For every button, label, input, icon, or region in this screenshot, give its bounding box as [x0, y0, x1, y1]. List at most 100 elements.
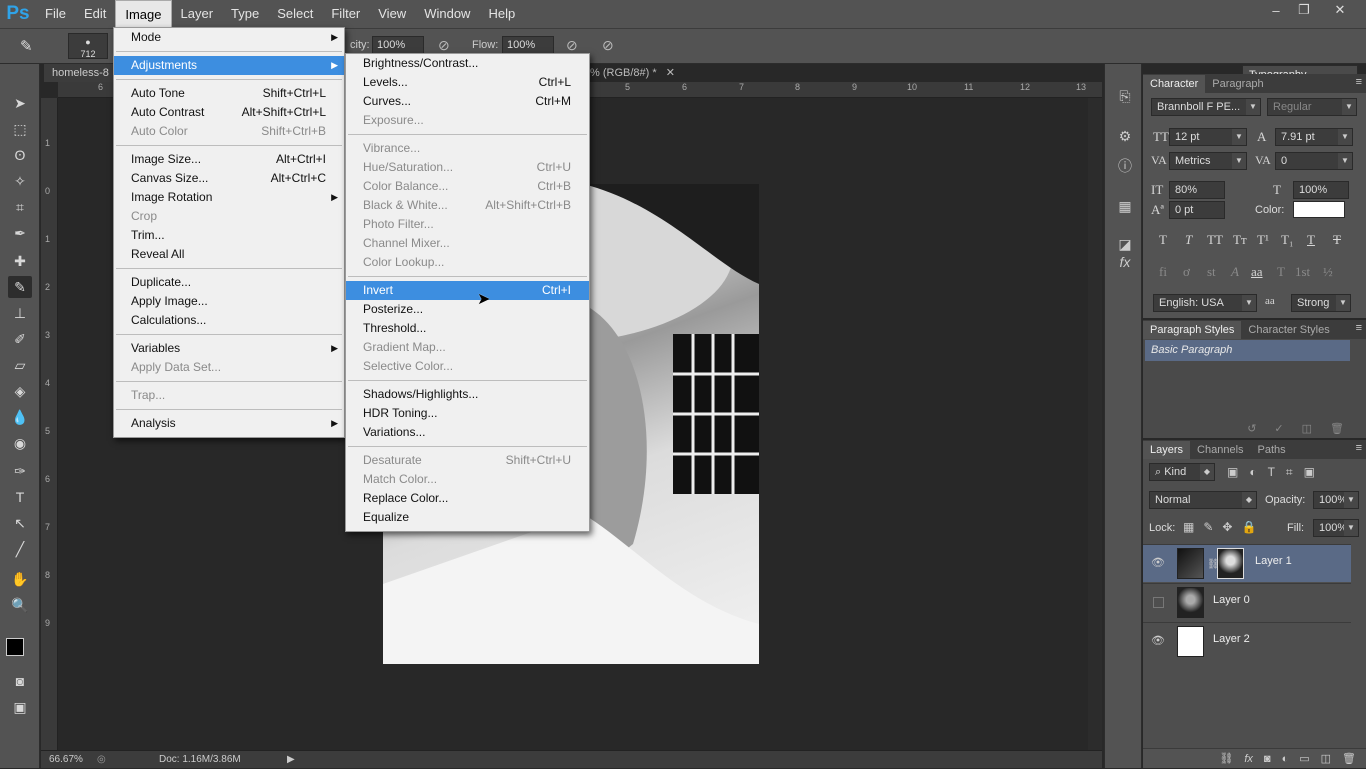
image-menu-item-auto-tone[interactable]: Auto Tone Shift+Ctrl+L	[114, 84, 344, 103]
leading-field[interactable]: 7.91 pt ▼	[1275, 128, 1353, 146]
tracking-select[interactable]: 0 ▼	[1275, 152, 1353, 170]
menu-select[interactable]: Select	[268, 0, 322, 28]
subscript-icon[interactable]: T₁	[1281, 232, 1293, 248]
adjustments-item-shadows-highlights[interactable]: Shadows/Highlights...	[346, 385, 589, 404]
menu-view[interactable]: View	[369, 0, 415, 28]
layer-name[interactable]: Layer 0	[1213, 594, 1250, 606]
swash-icon[interactable]: st	[1207, 264, 1216, 280]
baseline-shift-field[interactable]: 0 pt	[1169, 201, 1225, 219]
font-style-select[interactable]: Regular ▼	[1267, 98, 1357, 116]
visibility-toggle[interactable]	[1153, 597, 1164, 608]
adjustments-item-hdr-toning[interactable]: HDR Toning...	[346, 404, 589, 423]
zoom-tool-icon[interactable]: 🔍	[8, 594, 32, 616]
redefine-style-icon[interactable]: ✓	[1274, 422, 1283, 435]
panel-menu-icon[interactable]: ≡	[1356, 322, 1362, 334]
style-list-item[interactable]: Basic Paragraph	[1145, 340, 1350, 361]
layer-name[interactable]: Layer 1	[1255, 555, 1292, 567]
type-tool-icon[interactable]: T	[8, 486, 32, 508]
properties-panel-icon[interactable]: ⚙	[1115, 126, 1135, 146]
image-menu-item-analysis[interactable]: Analysis ▶	[114, 414, 344, 433]
kerning-select[interactable]: Metrics ▼	[1169, 152, 1247, 170]
image-menu-item-reveal-all[interactable]: Reveal All	[114, 245, 344, 264]
panel-menu-icon[interactable]: ≡	[1356, 442, 1362, 454]
adjustment-layer-icon[interactable]: ◐	[1282, 753, 1289, 765]
flow-field[interactable]: 100%	[502, 36, 554, 54]
status-options-icon[interactable]: ◎	[97, 751, 106, 769]
adjustments-item-replace-color[interactable]: Replace Color...	[346, 489, 589, 508]
eraser-tool-icon[interactable]: ▱	[8, 354, 32, 376]
link-layers-icon[interactable]: ⛓	[1219, 752, 1233, 765]
delete-style-icon[interactable]: 🗑	[1330, 422, 1344, 435]
adjustments-item-levels[interactable]: Levels... Ctrl+L	[346, 73, 589, 92]
restore-button[interactable]: ❐	[1290, 0, 1318, 20]
underline-icon[interactable]: T	[1307, 232, 1315, 248]
tab-layers[interactable]: Layers	[1143, 441, 1191, 459]
menu-image[interactable]: Image	[115, 0, 172, 28]
small-caps-icon[interactable]: Tт	[1233, 232, 1247, 248]
image-menu-item-trim[interactable]: Trim...	[114, 226, 344, 245]
quick-select-tool-icon[interactable]: ✧	[8, 170, 32, 192]
lasso-tool-icon[interactable]: ʘ	[8, 144, 32, 166]
status-arrow-icon[interactable]: ▶	[287, 751, 295, 769]
adjustments-item-invert[interactable]: Invert Ctrl+I	[346, 281, 589, 300]
vertical-scrollbar[interactable]	[1088, 98, 1102, 750]
new-group-icon[interactable]: ▭	[1299, 752, 1309, 765]
ordinals-icon[interactable]: T	[1277, 264, 1285, 280]
layer-row[interactable]: Layer 0	[1143, 583, 1351, 621]
brush-preset-picker[interactable]: ● 712	[68, 33, 108, 59]
vertical-scale-field[interactable]: 80%	[1169, 181, 1225, 199]
image-menu-item-auto-contrast[interactable]: Auto Contrast Alt+Shift+Ctrl+L	[114, 103, 344, 122]
airbrush-icon[interactable]: ⊘	[566, 37, 578, 54]
new-layer-icon[interactable]: ◫	[1321, 752, 1331, 765]
image-menu-item-variables[interactable]: Variables ▶	[114, 339, 344, 358]
font-family-select[interactable]: Brannboll F PE... ▼	[1151, 98, 1261, 116]
path-select-tool-icon[interactable]: ↖	[8, 512, 32, 534]
text-color-swatch[interactable]	[1293, 201, 1345, 218]
eye-icon[interactable]: 👁	[1151, 556, 1165, 570]
superscript-icon[interactable]: T¹	[1257, 232, 1269, 248]
ligatures-icon[interactable]: fi	[1159, 264, 1167, 280]
line-tool-icon[interactable]: ╱	[8, 538, 32, 560]
swatches-panel-icon[interactable]: ▦	[1115, 196, 1135, 216]
stylistic-alternates-icon[interactable]: A	[1231, 264, 1239, 280]
blur-tool-icon[interactable]: 💧	[8, 406, 32, 428]
info-panel-icon[interactable]: ⓘ	[1115, 156, 1135, 176]
strikethrough-icon[interactable]: T	[1333, 232, 1341, 248]
image-menu-item-adjustments[interactable]: Adjustments ▶	[114, 56, 344, 75]
blend-mode-select[interactable]: Normal ◆	[1149, 491, 1257, 509]
adjustments-item-posterize[interactable]: Posterize...	[346, 300, 589, 319]
delete-layer-icon[interactable]: 🗑	[1342, 752, 1356, 765]
add-mask-icon[interactable]: ◙	[1264, 753, 1271, 765]
adjustments-item-threshold[interactable]: Threshold...	[346, 319, 589, 338]
paint-bucket-tool-icon[interactable]: ◈	[8, 380, 32, 402]
adjustments-item-curves[interactable]: Curves... Ctrl+M	[346, 92, 589, 111]
pressure-opacity-icon[interactable]: ⊘	[438, 37, 450, 54]
image-menu-item-canvas-size[interactable]: Canvas Size... Alt+Ctrl+C	[114, 169, 344, 188]
titling-alternates-icon[interactable]: aa	[1251, 264, 1263, 280]
menu-layer[interactable]: Layer	[172, 0, 223, 28]
image-menu-item-calculations[interactable]: Calculations...	[114, 311, 344, 330]
clear-override-icon[interactable]: ↺	[1247, 422, 1256, 435]
hand-tool-icon[interactable]: ✋	[8, 568, 32, 590]
font-size-field[interactable]: 12 pt ▼	[1169, 128, 1247, 146]
menu-window[interactable]: Window	[415, 0, 479, 28]
close-button[interactable]: ✕	[1326, 0, 1354, 20]
marquee-tool-icon[interactable]: ⬚	[8, 118, 32, 140]
new-style-icon[interactable]: ◫	[1302, 422, 1312, 435]
close-tab-icon[interactable]: ✕	[666, 67, 675, 79]
fractions-icon[interactable]: ½	[1323, 264, 1333, 280]
layer-fill-field[interactable]: 100% ▼	[1313, 519, 1359, 537]
adjustments-item-equalize[interactable]: Equalize	[346, 508, 589, 527]
pressure-size-icon[interactable]: ⊘	[602, 37, 614, 54]
tab-channels[interactable]: Channels	[1190, 441, 1250, 459]
adjustments-panel-icon[interactable]: ◪	[1115, 234, 1135, 254]
eyedropper-tool-icon[interactable]: ✒	[8, 222, 32, 244]
move-tool-icon[interactable]: ➤	[8, 92, 32, 114]
history-panel-icon[interactable]: ⎘	[1115, 86, 1135, 106]
language-select[interactable]: English: USA ▼	[1153, 294, 1257, 312]
dodge-tool-icon[interactable]: ◉	[8, 432, 32, 454]
layer-name[interactable]: Layer 2	[1213, 633, 1250, 645]
image-menu-item-duplicate[interactable]: Duplicate...	[114, 273, 344, 292]
old-style-icon[interactable]: ơ	[1183, 264, 1190, 280]
image-menu-item-apply-image[interactable]: Apply Image...	[114, 292, 344, 311]
